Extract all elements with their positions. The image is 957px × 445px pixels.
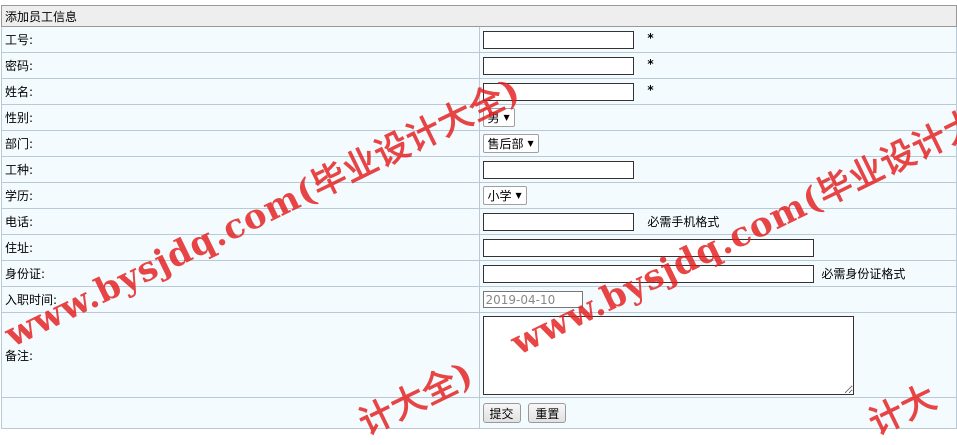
name-cell: * <box>478 78 957 105</box>
password-required-mark: * <box>647 56 654 71</box>
form-title: 添加员工信息 <box>1 5 957 27</box>
job-label: 工种: <box>1 156 480 183</box>
hire-date-label: 入职时间: <box>1 286 480 313</box>
gender-select[interactable]: 男 ▼ <box>482 108 515 127</box>
edu-cell: 小学 ▼ <box>478 182 957 209</box>
hire-date-input[interactable] <box>482 291 583 308</box>
idcard-cell: 必需身份证格式 <box>478 260 957 287</box>
row-job: 工种: <box>1 156 957 183</box>
phone-input[interactable] <box>482 212 634 231</box>
emp-no-cell: * <box>478 26 957 53</box>
emp-no-label: 工号: <box>1 26 480 53</box>
row-gender: 性别: 男 ▼ <box>1 104 957 131</box>
buttons-spacer <box>1 397 480 429</box>
row-edu: 学历: 小学 ▼ <box>1 182 957 209</box>
phone-label: 电话: <box>1 208 480 235</box>
employee-form: 添加员工信息 工号: * 密码: * 姓名: * 性别: 男 ▼ 部门: 售后部… <box>1 5 957 429</box>
row-emp-no: 工号: * <box>1 26 957 53</box>
row-buttons: 提交 重置 <box>1 397 957 429</box>
form-header-row: 添加员工信息 <box>1 5 957 27</box>
gender-cell: 男 ▼ <box>478 104 957 131</box>
row-name: 姓名: * <box>1 78 957 105</box>
chevron-down-icon: ▼ <box>503 113 510 122</box>
idcard-label: 身份证: <box>1 260 480 287</box>
idcard-format-hint: 必需身份证格式 <box>821 267 906 281</box>
emp-no-required-mark: * <box>647 30 654 45</box>
job-cell <box>478 156 957 183</box>
edu-select-value: 小学 <box>487 189 512 203</box>
chevron-down-icon: ▼ <box>527 139 534 148</box>
gender-select-value: 男 <box>487 111 500 125</box>
hire-date-cell <box>478 286 957 313</box>
row-hire-date: 入职时间: <box>1 286 957 313</box>
address-label: 住址: <box>1 234 480 261</box>
row-remark: 备注: <box>1 312 957 398</box>
row-address: 住址: <box>1 234 957 261</box>
buttons-cell: 提交 重置 <box>478 397 957 429</box>
password-cell: * <box>478 52 957 79</box>
edu-label: 学历: <box>1 182 480 209</box>
name-label: 姓名: <box>1 78 480 105</box>
emp-no-input[interactable] <box>482 30 634 49</box>
remark-cell <box>478 312 957 398</box>
row-password: 密码: * <box>1 52 957 79</box>
dept-select[interactable]: 售后部 ▼ <box>482 134 539 153</box>
chevron-down-icon: ▼ <box>515 191 522 200</box>
remark-textarea[interactable] <box>482 315 854 395</box>
phone-cell: 必需手机格式 <box>478 208 957 235</box>
password-input[interactable] <box>482 56 634 75</box>
remark-label: 备注: <box>1 312 480 398</box>
job-input[interactable] <box>482 160 634 179</box>
gender-label: 性别: <box>1 104 480 131</box>
dept-label: 部门: <box>1 130 480 157</box>
address-cell <box>478 234 957 261</box>
phone-format-hint: 必需手机格式 <box>647 215 720 229</box>
edu-select[interactable]: 小学 ▼ <box>482 186 527 205</box>
row-dept: 部门: 售后部 ▼ <box>1 130 957 157</box>
idcard-input[interactable] <box>482 264 814 283</box>
submit-button[interactable]: 提交 <box>482 403 521 423</box>
password-label: 密码: <box>1 52 480 79</box>
address-input[interactable] <box>482 238 814 257</box>
dept-cell: 售后部 ▼ <box>478 130 957 157</box>
name-required-mark: * <box>647 82 654 97</box>
reset-button[interactable]: 重置 <box>528 403 567 423</box>
name-input[interactable] <box>482 82 634 101</box>
row-idcard: 身份证: 必需身份证格式 <box>1 260 957 287</box>
row-phone: 电话: 必需手机格式 <box>1 208 957 235</box>
dept-select-value: 售后部 <box>487 137 524 151</box>
